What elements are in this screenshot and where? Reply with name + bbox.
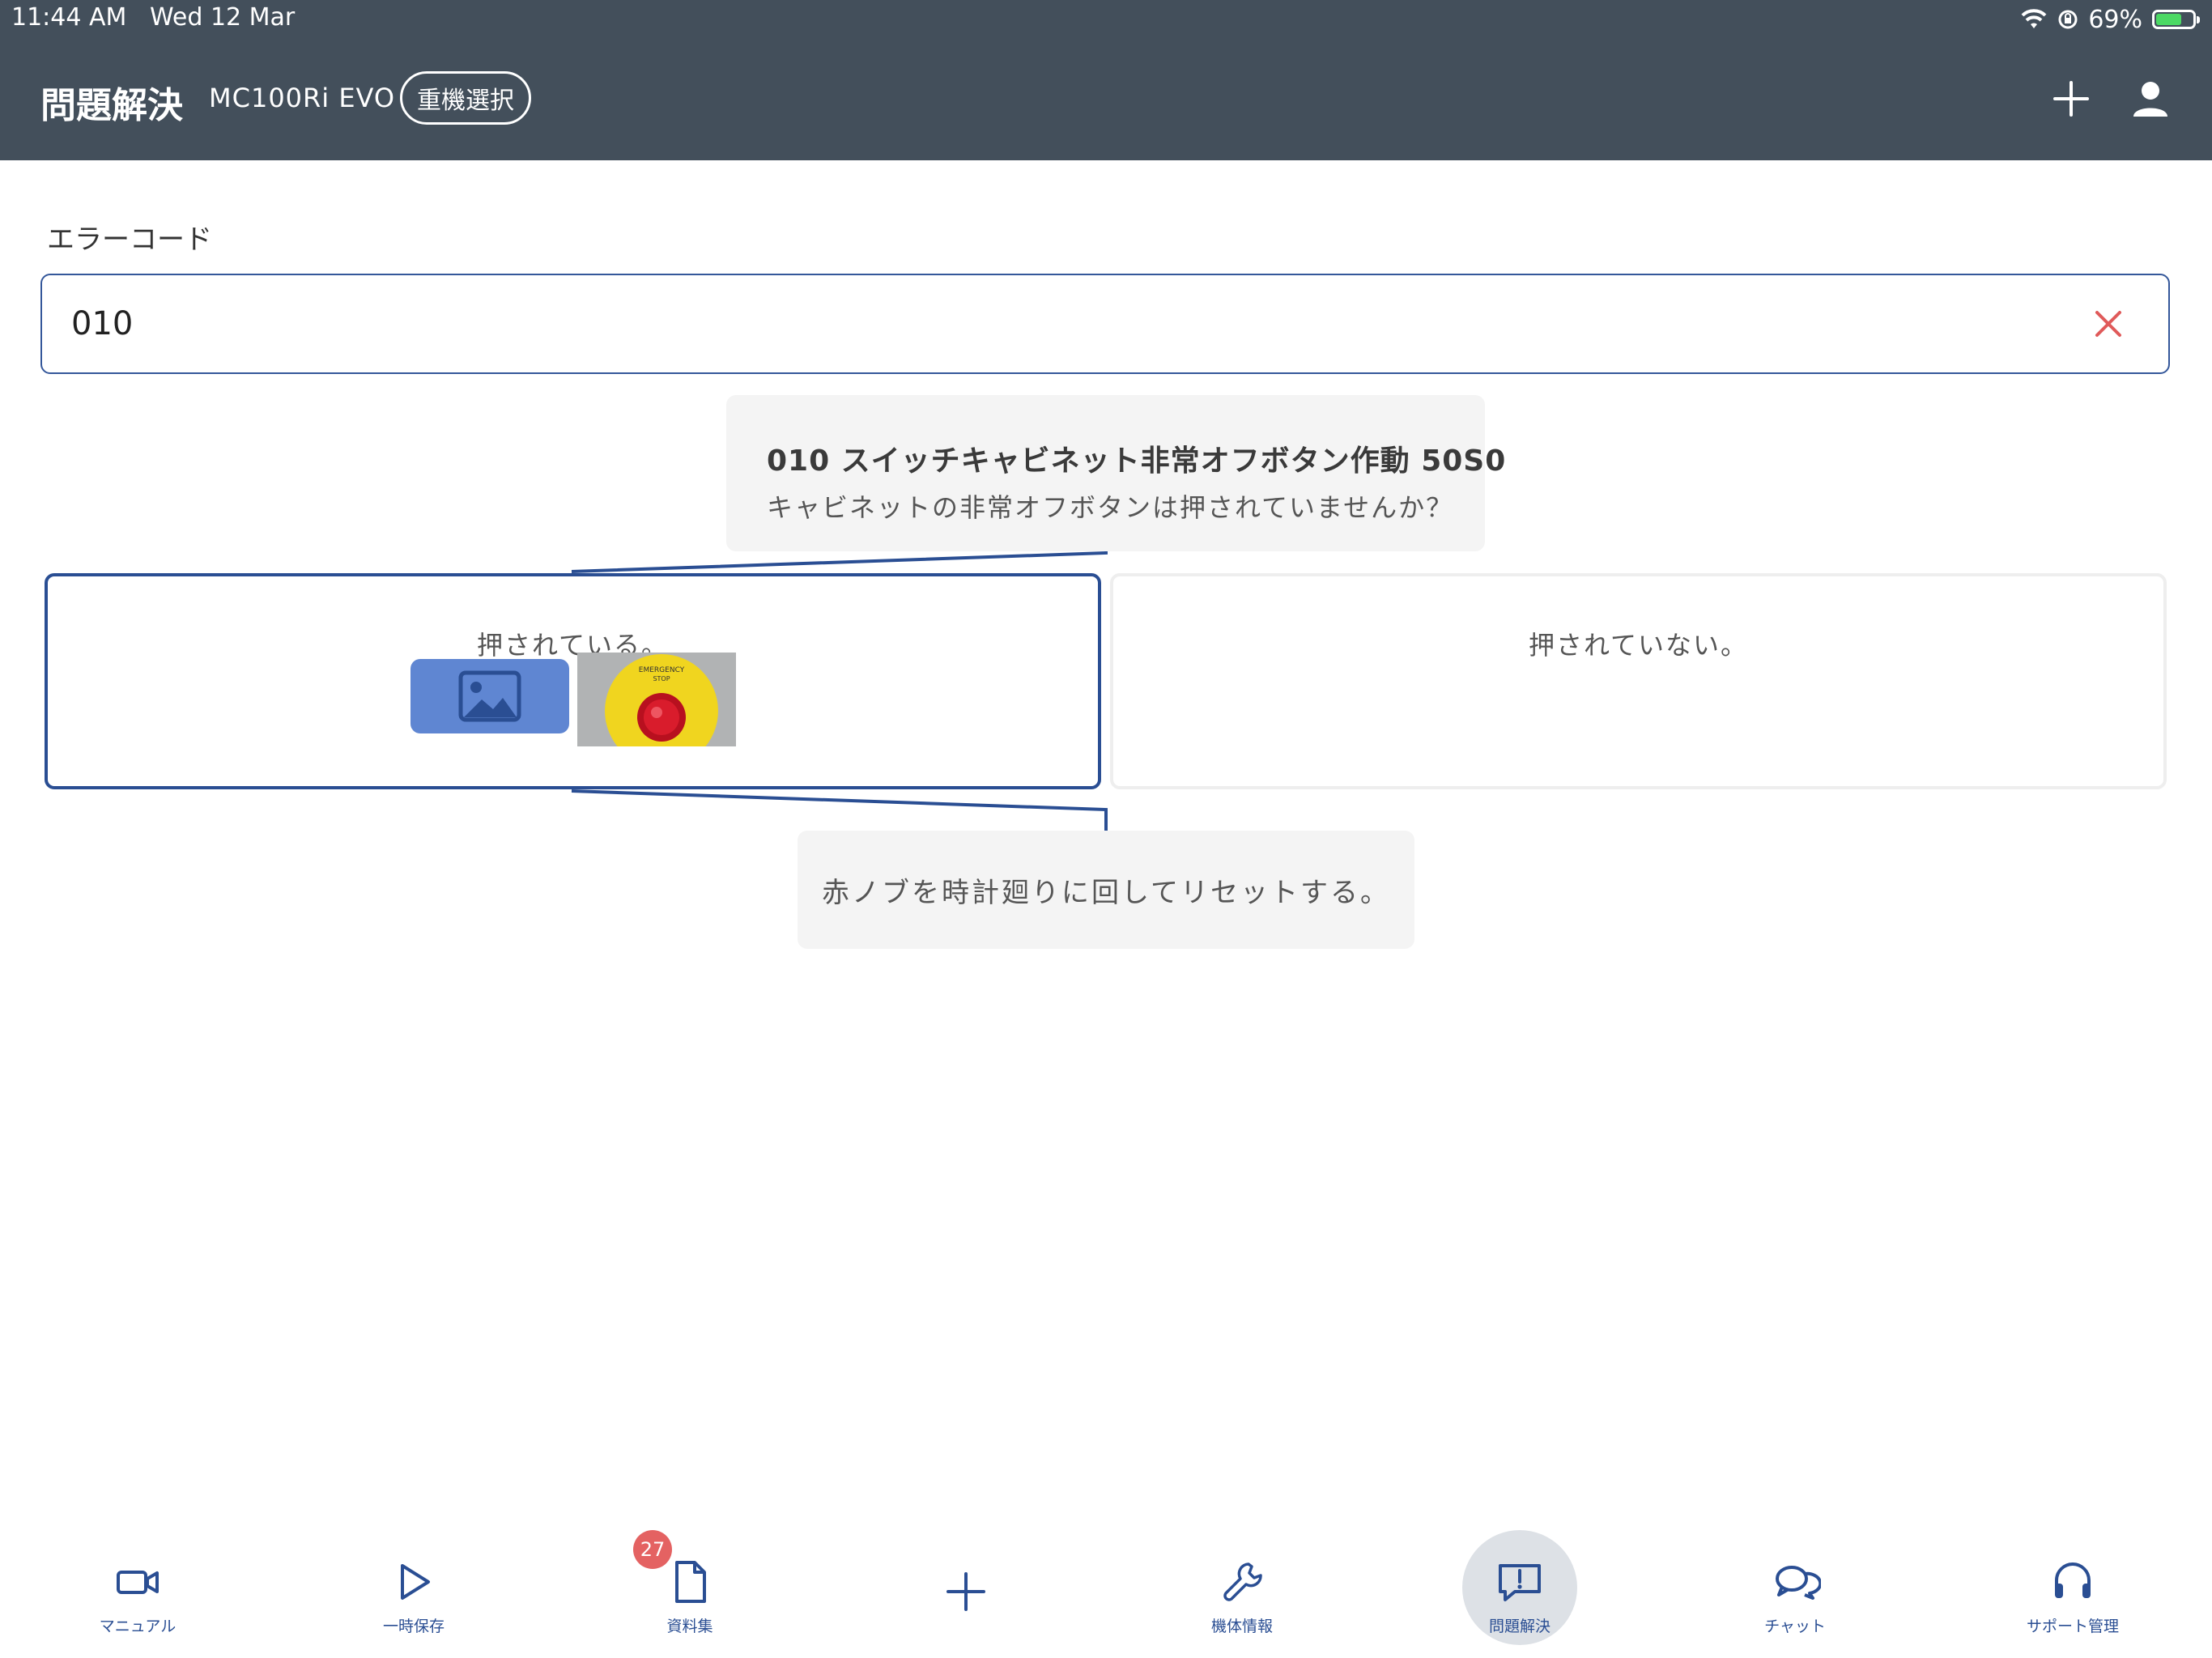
tab-label: 機体情報 [1210,1618,1273,1635]
chat-bubbles-icon [1776,1566,1821,1600]
status-indicators: 69% [2020,3,2200,36]
wrench-icon [1223,1562,1262,1601]
tab-documents[interactable]: 資料集 [609,1522,771,1635]
machine-select-button[interactable]: 重機選択 [400,71,531,125]
header-bar: 11:44 AM Wed 12 Mar 69% 問題解決 MC100Ri EVO… [0,0,2212,160]
emergency-stop-image: EMERGENCY STOP [577,653,736,746]
document-icon [675,1561,706,1603]
page-title: 問題解決 [40,85,183,126]
tab-label: マニュアル [99,1618,177,1635]
wifi-icon [2021,9,2047,28]
tab-label: 問題解決 [1488,1618,1551,1635]
answer-pressed-option[interactable]: 押されている。 [45,573,1101,789]
error-code-input[interactable] [71,275,2014,372]
tab-label: 資料集 [666,1618,713,1635]
plus-icon [946,1572,985,1611]
add-button[interactable] [2047,74,2095,123]
tab-add[interactable] [885,1522,1047,1635]
tab-label: 一時保存 [382,1618,445,1635]
orientation-lock-icon [2058,10,2078,29]
tab-label: チャット [1764,1618,1826,1635]
tab-label: サポート管理 [2026,1618,2119,1635]
close-icon [2095,311,2121,337]
result-text: 赤ノブを時計廻りに回してリセットする。 [822,876,1390,909]
stop-photo-text-bottom: STOP [653,675,670,682]
question-card: 010 スイッチキャビネット非常オフボタン作動 50S0 キャビネットの非常オフ… [726,395,1507,551]
answer-label: 押されている。 [476,630,670,661]
tab-support[interactable]: サポート管理 [1992,1522,2154,1635]
tab-troubleshooting[interactable]: 問題解決 [1439,1522,1601,1635]
clear-button[interactable] [2089,304,2128,343]
tab-manual[interactable]: マニュアル [57,1522,219,1635]
image-button[interactable] [410,659,569,733]
tab-temp-save[interactable]: 一時保存 [333,1522,495,1635]
stop-photo-text-top: EMERGENCY [639,666,685,674]
error-code-field [40,274,2170,374]
headset-icon [2055,1562,2091,1598]
result-card: 赤ノブを時計廻りに回してリセットする。 [798,831,1414,949]
machine-name: MC100Ri EVO [209,83,396,113]
answer-not-pressed-option[interactable]: 押されていない。 [1110,573,2167,789]
tab-machine-info[interactable]: 機体情報 [1161,1522,1323,1635]
flow-connectors [571,551,1108,831]
question-title: 010 スイッチキャビネット非常オフボタン作動 50S0 [767,444,1507,478]
video-camera-icon [117,1571,159,1594]
play-icon [401,1564,430,1600]
battery-percent: 69% [2088,5,2142,34]
person-icon [2133,82,2167,117]
chat-alert-icon [1499,1564,1541,1601]
plus-icon [2053,81,2089,117]
image-icon [458,670,521,722]
tab-chat[interactable]: チャット [1714,1522,1876,1635]
battery-icon [2152,10,2200,29]
user-button[interactable] [2126,74,2175,123]
answer-label: 押されていない。 [1528,630,1749,661]
emergency-stop-photo[interactable]: EMERGENCY STOP [577,653,736,746]
error-code-label: エラーコード [47,223,212,256]
question-text: キャビネットの非常オフボタンは押されていませんか？ [767,492,1454,523]
documents-count-badge: 27 [633,1530,672,1569]
status-time: 11:44 AM Wed 12 Mar [11,3,296,32]
